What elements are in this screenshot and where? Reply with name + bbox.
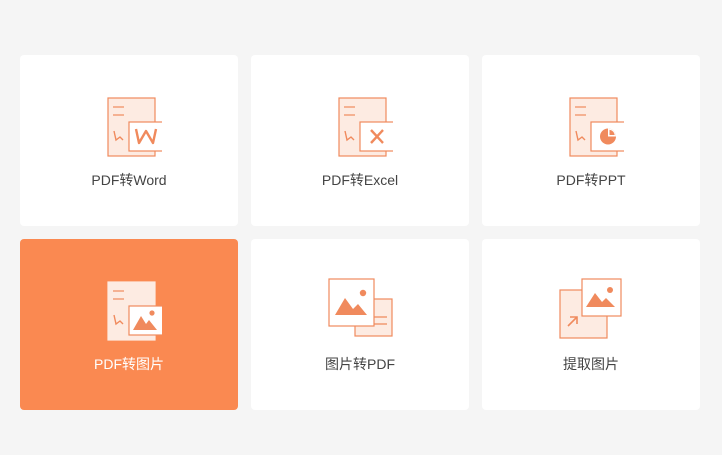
tool-card-pdf-to-image[interactable]: PDF转图片 [20, 239, 238, 410]
tool-grid: PDF转Word PDF转Excel PDF转PPT PDF转图片 图片转PDF… [20, 55, 700, 410]
tool-label: PDF转Excel [321, 172, 399, 188]
tool-card-image-to-pdf[interactable]: 图片转PDF [251, 239, 469, 410]
tool-card-extract-images[interactable]: 提取图片 [482, 239, 700, 410]
pdf-to-word-icon [96, 93, 162, 159]
tool-card-pdf-to-word[interactable]: PDF转Word [20, 55, 238, 226]
tool-label: 提取图片 [563, 356, 619, 372]
extract-images-icon [558, 277, 624, 343]
tool-card-pdf-to-excel[interactable]: PDF转Excel [251, 55, 469, 226]
tool-label: 图片转PDF [325, 356, 395, 372]
pdf-to-excel-icon [327, 93, 393, 159]
tool-label: PDF转PPT [556, 172, 626, 188]
tool-label: PDF转Word [91, 172, 167, 188]
pdf-to-ppt-icon [558, 93, 624, 159]
tool-label: PDF转图片 [94, 356, 164, 372]
pdf-to-image-icon [96, 277, 162, 343]
tool-card-pdf-to-ppt[interactable]: PDF转PPT [482, 55, 700, 226]
image-to-pdf-icon [327, 277, 393, 343]
